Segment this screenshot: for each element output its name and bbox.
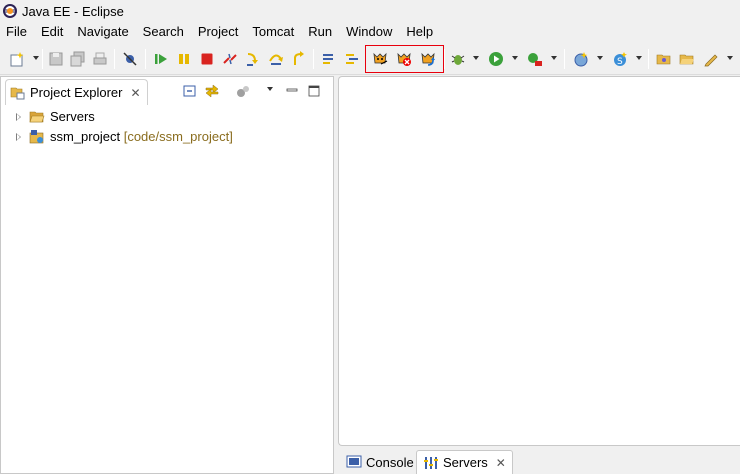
menu-edit[interactable]: Edit bbox=[34, 22, 70, 42]
toolbar-separator bbox=[313, 49, 314, 69]
skip-breakpoints-icon[interactable] bbox=[122, 51, 138, 67]
tab-console-label: Console bbox=[366, 454, 414, 470]
disconnect-icon[interactable] bbox=[222, 51, 238, 67]
menu-navigate[interactable]: Navigate bbox=[70, 22, 135, 42]
new-class-dropdown-icon[interactable] bbox=[636, 56, 642, 60]
menu-run[interactable]: Run bbox=[301, 22, 339, 42]
toolbar-separator bbox=[145, 49, 146, 69]
debug-dropdown-icon[interactable] bbox=[473, 56, 479, 60]
new-server-dropdown-icon[interactable] bbox=[597, 56, 603, 60]
eclipse-logo-icon bbox=[3, 4, 17, 18]
tab-console[interactable]: Console bbox=[340, 450, 420, 474]
restart-tomcat-icon[interactable] bbox=[420, 51, 436, 67]
toolbar-separator bbox=[42, 49, 43, 69]
focus-icon[interactable] bbox=[235, 83, 251, 99]
window-title: Java EE - Eclipse bbox=[22, 3, 124, 19]
step-over-icon[interactable] bbox=[268, 51, 284, 67]
pen-dropdown-icon[interactable] bbox=[727, 56, 733, 60]
open-project-icon[interactable] bbox=[679, 51, 695, 67]
close-icon[interactable]: ✕ bbox=[130, 86, 140, 100]
tree-item-servers[interactable]: Servers bbox=[1, 107, 333, 127]
bottom-view-tabs: Console Servers ✕ bbox=[338, 448, 740, 474]
project-explorer-view: Project Explorer ✕ Servers ssm_project [… bbox=[0, 76, 334, 474]
pen-icon[interactable] bbox=[703, 51, 719, 67]
tab-label: Project Explorer bbox=[30, 85, 123, 100]
editor-area bbox=[338, 76, 740, 446]
menu-bar: File Edit Navigate Search Project Tomcat… bbox=[0, 22, 740, 42]
run-dropdown-icon[interactable] bbox=[512, 56, 518, 60]
use-step-filters-icon[interactable] bbox=[344, 51, 360, 67]
main-toolbar: S bbox=[0, 43, 740, 75]
external-tools-icon[interactable] bbox=[527, 51, 543, 67]
menu-file[interactable]: File bbox=[0, 22, 34, 42]
run-icon[interactable] bbox=[488, 51, 504, 67]
resume-icon[interactable] bbox=[153, 51, 169, 67]
menu-search[interactable]: Search bbox=[136, 22, 191, 42]
project-explorer-icon bbox=[10, 87, 25, 99]
tree-item-label: Servers bbox=[50, 109, 95, 124]
project-name: ssm_project bbox=[50, 129, 121, 144]
tab-servers-label: Servers bbox=[443, 455, 488, 470]
toolbar-separator bbox=[114, 49, 115, 69]
web-project-icon bbox=[29, 130, 44, 144]
print-icon[interactable] bbox=[92, 51, 108, 67]
toolbar-separator bbox=[227, 81, 228, 101]
maximize-icon[interactable] bbox=[306, 83, 322, 99]
svg-text:S: S bbox=[617, 57, 623, 67]
view-menu-icon[interactable] bbox=[267, 87, 273, 91]
drop-to-frame-icon[interactable] bbox=[321, 51, 337, 67]
project-tree: Servers ssm_project [code/ssm_project] bbox=[1, 107, 333, 147]
suspend-icon[interactable] bbox=[176, 51, 192, 67]
folder-open-icon bbox=[29, 111, 45, 123]
tab-servers[interactable]: Servers ✕ bbox=[416, 450, 513, 474]
link-with-editor-icon[interactable] bbox=[204, 83, 220, 99]
external-tools-dropdown-icon[interactable] bbox=[551, 56, 557, 60]
new-server-icon[interactable] bbox=[573, 51, 589, 67]
expand-icon[interactable] bbox=[16, 113, 21, 121]
start-tomcat-icon[interactable] bbox=[372, 51, 388, 67]
title-bar: Java EE - Eclipse bbox=[0, 0, 740, 22]
save-all-icon[interactable] bbox=[70, 51, 86, 67]
debug-icon[interactable] bbox=[450, 51, 466, 67]
terminate-icon[interactable] bbox=[199, 51, 215, 67]
open-folder-icon[interactable] bbox=[656, 51, 672, 67]
toolbar-separator bbox=[564, 49, 565, 69]
collapse-all-icon[interactable] bbox=[182, 83, 198, 99]
menu-tomcat[interactable]: Tomcat bbox=[245, 22, 301, 42]
tab-project-explorer[interactable]: Project Explorer ✕ bbox=[5, 79, 148, 105]
new-icon[interactable] bbox=[9, 51, 25, 67]
close-icon[interactable]: ✕ bbox=[496, 456, 506, 470]
servers-icon bbox=[424, 456, 438, 469]
save-icon[interactable] bbox=[48, 51, 64, 67]
new-class-icon[interactable]: S bbox=[612, 51, 628, 67]
menu-project[interactable]: Project bbox=[191, 22, 245, 42]
tree-item-label: ssm_project [code/ssm_project] bbox=[50, 129, 233, 144]
project-path-decoration: [code/ssm_project] bbox=[123, 129, 233, 144]
console-icon bbox=[346, 455, 362, 468]
project-explorer-tabbar: Project Explorer ✕ bbox=[1, 77, 333, 105]
stop-tomcat-icon[interactable] bbox=[396, 51, 412, 67]
minimize-icon[interactable] bbox=[284, 83, 300, 99]
step-return-icon[interactable] bbox=[291, 51, 307, 67]
menu-window[interactable]: Window bbox=[339, 22, 399, 42]
tree-item-ssm-project[interactable]: ssm_project [code/ssm_project] bbox=[1, 127, 333, 147]
toolbar-separator bbox=[444, 49, 445, 69]
new-dropdown-icon[interactable] bbox=[33, 56, 39, 60]
menu-help[interactable]: Help bbox=[399, 22, 440, 42]
step-into-icon[interactable] bbox=[245, 51, 261, 67]
expand-icon[interactable] bbox=[16, 133, 21, 141]
toolbar-separator bbox=[648, 49, 649, 69]
